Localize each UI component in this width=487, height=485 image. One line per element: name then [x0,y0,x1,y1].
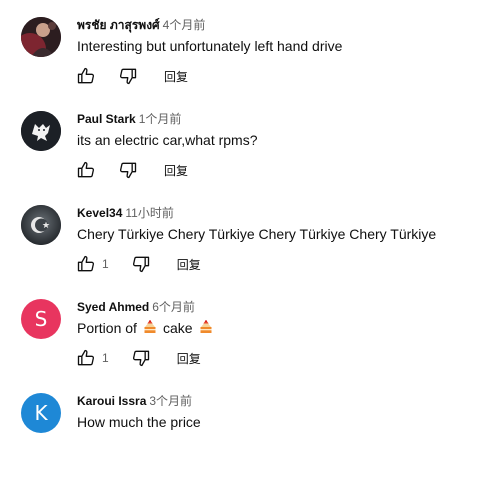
comment-actions: 回复 [75,159,188,181]
crescent-star-icon [21,205,61,245]
reply-button[interactable]: 回复 [177,256,201,273]
avatar[interactable]: S [21,299,61,339]
comment-actions: 1 回复 [75,253,201,275]
comment-4: S Syed Ahmed 6个月前 Portion of cake 1 回复 [0,299,487,391]
thumb-down-icon [118,66,138,86]
comment-5: K Karoui Issra 3个月前 How much the price [0,393,487,485]
comment-text-part: cake [162,320,193,336]
reply-button[interactable]: 回复 [164,162,188,179]
avatar[interactable]: K [21,393,61,433]
thumb-down-icon [131,348,151,368]
comment-header: พรชัย ภาสุรพงศ์ 4个月前 [77,18,205,32]
comment-text: Chery Türkiye Chery Türkiye Chery Türkiy… [77,226,437,242]
author-name[interactable]: Paul Stark [77,112,136,126]
thumb-up-icon [76,254,96,274]
comment-header: Paul Stark 1个月前 [77,112,181,126]
like-count: 1 [102,351,109,365]
author-name[interactable]: Karoui Issra [77,394,146,408]
comment-text: Portion of cake [77,319,219,337]
dislike-button[interactable] [117,159,139,181]
comment-3: Kevel34 11小时前 Chery Türkiye Chery Türkiye… [0,205,487,297]
timestamp[interactable]: 1个月前 [139,112,182,126]
like-button[interactable] [75,347,97,369]
comment-1: พรชัย ภาสุรพงศ์ 4个月前 Interesting but unfo… [0,17,487,109]
thumb-down-icon [131,254,151,274]
comment-header: Karoui Issra 3个月前 [77,394,192,408]
comment-2: Paul Stark 1个月前 its an electric car,what … [0,111,487,203]
timestamp[interactable]: 11小时前 [125,206,173,220]
wolf-logo-icon [21,111,61,151]
like-button[interactable] [75,65,97,87]
timestamp[interactable]: 3个月前 [149,394,192,408]
dislike-button[interactable] [117,65,139,87]
thumb-up-icon [76,160,96,180]
avatar[interactable] [21,205,61,245]
comment-actions: 1 回复 [75,347,201,369]
avatar-photo-icon [21,17,61,57]
cake-emoji-icon [142,319,158,335]
comment-text-part: Portion of [77,320,137,336]
comment-actions: 回复 [75,65,188,87]
author-name[interactable]: พรชัย ภาสุรพงศ์ [77,18,160,32]
comment-text: How much the price [77,414,201,430]
thumb-up-icon [76,66,96,86]
thumb-up-icon [76,348,96,368]
timestamp[interactable]: 6个月前 [152,300,195,314]
reply-button[interactable]: 回复 [177,350,201,367]
comment-text: its an electric car,what rpms? [77,132,258,148]
dislike-button[interactable] [130,253,152,275]
author-name[interactable]: Syed Ahmed [77,300,149,314]
comment-text: Interesting but unfortunately left hand … [77,38,343,54]
avatar[interactable] [21,17,61,57]
comment-header: Syed Ahmed 6个月前 [77,300,195,314]
timestamp[interactable]: 4个月前 [163,18,206,32]
like-button[interactable] [75,253,97,275]
comment-header: Kevel34 11小时前 [77,206,174,220]
like-button[interactable] [75,159,97,181]
cake-emoji-icon [198,319,214,335]
avatar-letter: K [34,401,48,425]
avatar-letter: S [34,307,48,331]
avatar[interactable] [21,111,61,151]
author-name[interactable]: Kevel34 [77,206,122,220]
thumb-down-icon [118,160,138,180]
dislike-button[interactable] [130,347,152,369]
like-count: 1 [102,257,109,271]
reply-button[interactable]: 回复 [164,68,188,85]
